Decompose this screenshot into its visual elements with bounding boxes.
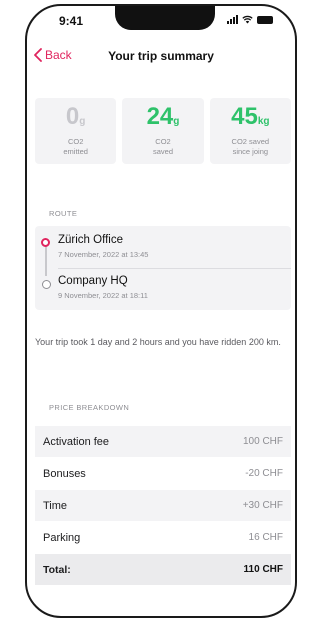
- trip-summary-text: Your trip took 1 day and 2 hours and you…: [35, 337, 281, 347]
- status-time: 9:41: [59, 14, 84, 28]
- total-value: 110 CHF: [243, 564, 283, 575]
- price-label: Activation fee: [43, 435, 110, 448]
- price-value: 100 CHF: [242, 436, 283, 447]
- stat-unit: g: [173, 116, 180, 127]
- total-label: Total:: [43, 563, 71, 576]
- stat-unit: kg: [257, 116, 270, 127]
- stat-value: 0: [65, 103, 80, 130]
- stat-saved: 24g CO2 saved: [122, 98, 204, 164]
- page-title: Your trip summary: [108, 49, 214, 63]
- battery-icon: [257, 15, 273, 24]
- price-value: +30 CHF: [242, 500, 283, 511]
- stat-label: CO2 saved: [152, 137, 173, 156]
- price-total-row: Total: 110 CHF: [35, 554, 291, 586]
- co2-stats: 0g CO2 emitted 24g CO2 saved 45kg CO2 save…: [35, 98, 291, 164]
- price-value: -20 CHF: [245, 468, 283, 479]
- route-divider: [58, 268, 291, 269]
- origin-name: Zürich Office: [58, 234, 123, 246]
- route-card: Zürich Office 7 November, 2022 at 13:45 …: [35, 226, 291, 310]
- price-label: Bonuses: [43, 467, 86, 480]
- destination-dot-icon: [41, 280, 51, 289]
- status-bar: 9:41: [27, 6, 295, 38]
- origin-dot-icon: [41, 238, 50, 247]
- stat-label: CO2 emitted: [63, 137, 88, 156]
- price-label: Parking: [43, 531, 81, 544]
- phone-frame: 9:41 Back Your trip summary 0g CO2 emitt…: [25, 4, 297, 618]
- price-row: Bonuses -20 CHF: [35, 458, 291, 490]
- stat-emitted: 0g CO2 emitted: [35, 98, 117, 164]
- price-row: Parking 16 CHF: [35, 522, 291, 554]
- stat-value: 45: [231, 103, 258, 130]
- stat-saved-since-joining: 45kg CO2 saved since joing: [209, 98, 291, 164]
- nav-bar: Back Your trip summary: [27, 42, 295, 72]
- status-icons: [227, 15, 273, 24]
- price-label: Time: [43, 499, 68, 512]
- wifi-icon: [242, 15, 253, 24]
- stat-label: CO2 saved since joing: [231, 137, 270, 156]
- price-row: Activation fee 100 CHF: [35, 426, 291, 458]
- notch: [115, 6, 215, 30]
- price-value: 16 CHF: [248, 532, 283, 543]
- stat-value: 24: [146, 103, 174, 130]
- route-section-label: ROUTE: [49, 209, 78, 218]
- route-line: [45, 244, 47, 276]
- origin-date: 7 November, 2022 at 13:45: [58, 250, 149, 259]
- stat-unit: g: [79, 116, 86, 127]
- signal-icon: [227, 15, 238, 24]
- price-row: Time +30 CHF: [35, 490, 291, 522]
- price-table: Activation fee 100 CHF Bonuses -20 CHF T…: [35, 426, 291, 586]
- destination-date: 9 November, 2022 at 18:11: [58, 291, 148, 300]
- destination-name: Company HQ: [58, 275, 128, 287]
- price-section-label: PRICE BREAKDOWN: [49, 403, 130, 412]
